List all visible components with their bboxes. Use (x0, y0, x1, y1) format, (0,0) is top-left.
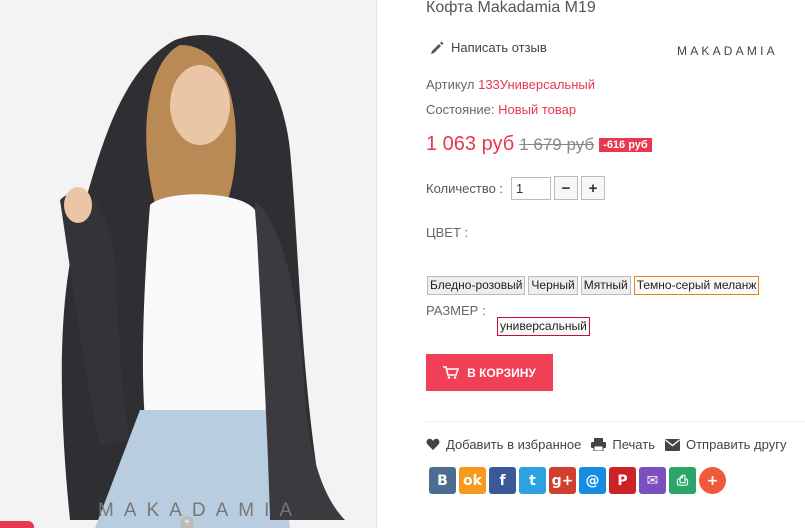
column-divider (376, 0, 377, 528)
discount-badge: -616 руб (599, 137, 652, 152)
add-to-cart-button[interactable]: В КОРЗИНУ (426, 354, 553, 391)
size-label: РАЗМЕР : (426, 303, 486, 318)
photo-watermark: MAKADAMIA (98, 500, 303, 521)
mail-at-icon[interactable]: @ (579, 467, 606, 494)
quantity-increase-button[interactable]: + (581, 176, 606, 200)
product-title: Кофта Makadamia M19 (426, 0, 596, 16)
pinterest-icon[interactable]: P (609, 467, 636, 494)
sku-value: 133Универсальный (478, 77, 595, 92)
add-to-favorites-link[interactable]: Добавить в избранное (426, 437, 581, 452)
twitter-icon[interactable]: t (519, 467, 546, 494)
size-option-universal[interactable]: универсальный (497, 317, 590, 336)
price-block: 1 063 руб 1 679 руб -616 руб (426, 133, 652, 156)
sku-row: Артикул 133Универсальный (426, 77, 595, 92)
write-review-label: Написать отзыв (451, 40, 547, 55)
current-price: 1 063 руб (426, 133, 515, 155)
write-review-link[interactable]: Написать отзыв (430, 40, 547, 55)
add-to-favorites-label: Добавить в избранное (446, 437, 582, 452)
send-to-friend-link[interactable]: Отправить другу (664, 437, 787, 452)
color-label: ЦВЕТ : (426, 225, 469, 240)
zoom-icon[interactable]: + (180, 516, 194, 528)
email-icon[interactable]: ✉ (639, 467, 666, 494)
condition-row: Состояние: Новый товар (426, 102, 576, 117)
heart-icon (426, 438, 440, 450)
photo-badge (0, 521, 34, 528)
print-label: Печать (612, 437, 655, 452)
add-to-cart-label: В КОРЗИНУ (467, 365, 536, 380)
model-photo-illustration (0, 0, 376, 528)
google-plus-icon[interactable]: g+ (549, 467, 576, 494)
vk-icon[interactable]: В (429, 467, 456, 494)
send-to-friend-label: Отправить другу (685, 437, 787, 452)
color-option-mint[interactable]: Мятный (580, 276, 631, 295)
quantity-label: Количество : (426, 180, 504, 196)
print-icon[interactable]: ⎙ (669, 467, 696, 494)
color-option-pale-pink[interactable]: Бледно-розовый (427, 276, 526, 295)
facebook-icon[interactable]: f (489, 467, 516, 494)
condition-value: Новый товар (498, 102, 577, 117)
quantity-decrease-button[interactable]: − (554, 176, 579, 200)
social-share-bar: Вok f t g+ @ P ✉ ⎙ + (429, 467, 726, 494)
color-option-black[interactable]: Черный (528, 276, 578, 295)
print-link[interactable]: Печать (591, 437, 655, 452)
old-price: 1 679 руб (519, 134, 595, 154)
printer-icon (591, 438, 607, 451)
odnoklassniki-icon[interactable]: ok (459, 467, 486, 494)
color-options: Бледно-розовый Черный Мятный Темно-серый… (427, 276, 760, 295)
more-icon[interactable]: + (699, 467, 726, 494)
product-actions: Добавить в избранное Печать Отправить др… (426, 437, 796, 452)
product-photo[interactable]: MAKADAMIA + (0, 0, 376, 528)
cart-icon (443, 366, 460, 379)
brand-logo[interactable]: MAKADAMIA (677, 44, 778, 58)
pencil-icon (431, 41, 444, 54)
condition-label: Состояние: (426, 102, 495, 117)
color-option-dark-grey-melange[interactable]: Темно-серый меланж (633, 276, 760, 295)
sku-label: Артикул (426, 77, 475, 92)
divider (426, 421, 805, 422)
quantity-row: Количество : − + (426, 176, 606, 200)
envelope-icon (664, 438, 680, 451)
quantity-input[interactable] (511, 176, 552, 200)
